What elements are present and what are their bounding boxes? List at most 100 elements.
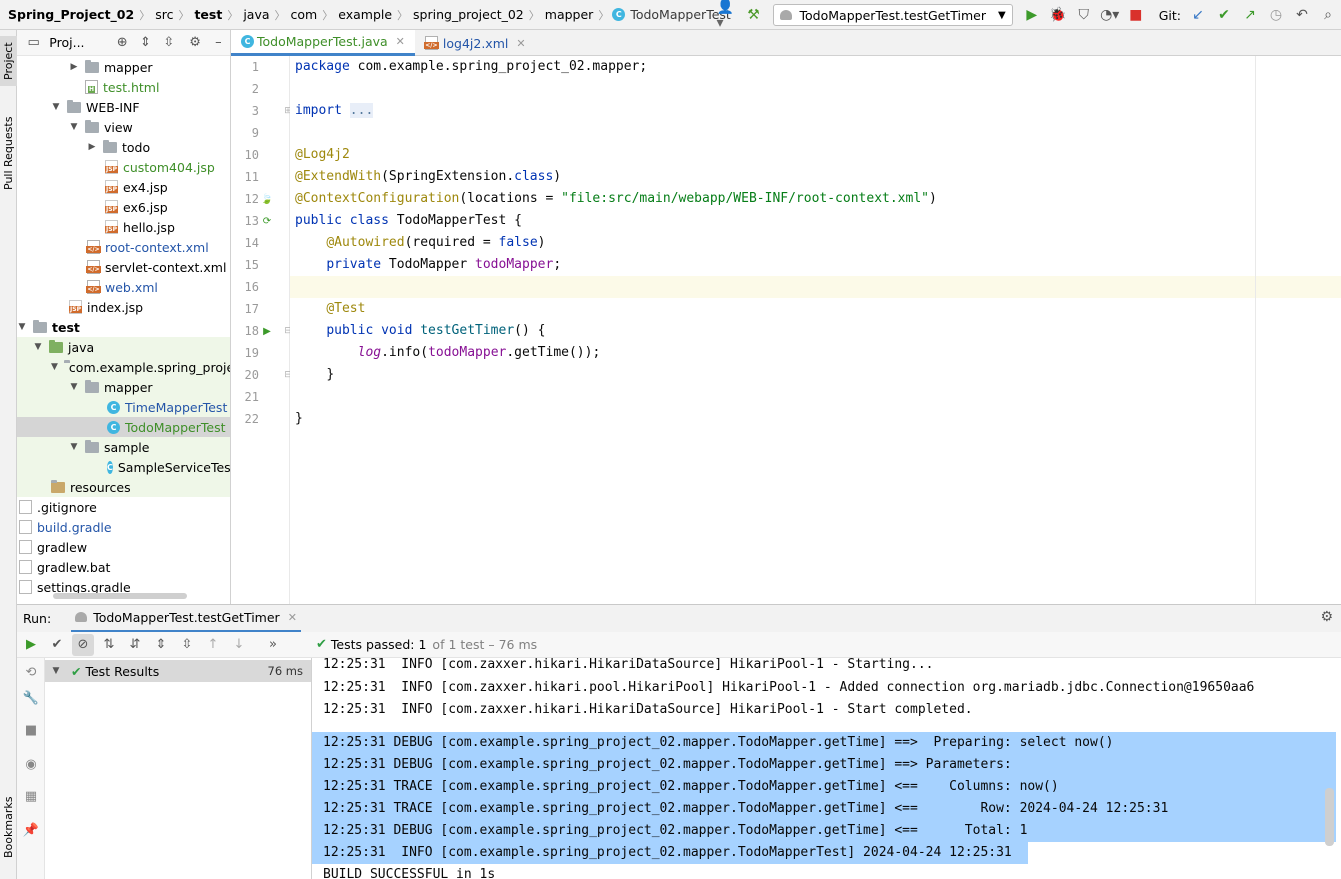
git-commit-icon[interactable]: ✔ <box>1213 4 1235 26</box>
project-panel-title[interactable]: Proj... <box>49 35 84 50</box>
console-scrollbar[interactable] <box>1325 788 1334 846</box>
sort-alpha-icon[interactable]: ⇅ <box>98 634 120 656</box>
tree-item-servlet-context[interactable]: </> servlet-context.xml <box>17 257 230 277</box>
tree-item-ex6[interactable]: JSP ex6.jsp <box>17 197 230 217</box>
previous-failed-icon[interactable]: ↑ <box>202 634 224 656</box>
rerun-icon[interactable]: ▶ <box>20 634 42 656</box>
line-number: 1 <box>251 60 259 74</box>
tree-item-gradlew-bat[interactable]: gradlew.bat <box>17 557 230 577</box>
console-line: 12:25:31 DEBUG [com.example.spring_proje… <box>312 732 1336 754</box>
tree-item-gitignore[interactable]: .gitignore <box>17 497 230 517</box>
tree-item-label: servlet-context.xml <box>105 259 227 275</box>
tree-item-resources[interactable]: resources <box>17 477 230 497</box>
stop-icon[interactable]: ■ <box>1125 4 1147 26</box>
test-results-root[interactable]: ▼ ✔ Test Results 76 ms <box>45 660 311 682</box>
layout-icon[interactable]: ▦ <box>21 786 41 806</box>
debug-bug-icon[interactable]: 🐞 <box>1047 4 1069 26</box>
next-failed-icon[interactable]: ↓ <box>228 634 250 656</box>
breadcrumb-package[interactable]: spring_project_02 <box>411 7 526 22</box>
run-test-class-icon[interactable]: ⟳ <box>260 210 274 232</box>
stop-icon[interactable]: ■ <box>21 720 41 740</box>
close-icon[interactable]: ✕ <box>516 37 525 50</box>
tree-item-mapper[interactable]: ▶ mapper <box>17 57 230 77</box>
tree-item-index-jsp[interactable]: JSP index.jsp <box>17 297 230 317</box>
line-number: 19 <box>244 346 259 360</box>
rollback-icon[interactable]: ↶ <box>1291 4 1313 26</box>
project-panel: ▭ Proj... ⊕ ⇕ ⇳ ⚙ – ▶ mapper Htest.html ▼… <box>17 30 231 604</box>
pin-icon[interactable]: 📌 <box>21 820 41 840</box>
pull-requests-tool-tab[interactable]: Pull Requests <box>0 108 17 198</box>
hide-panel-icon[interactable]: – <box>210 33 227 53</box>
collapse-all-icon[interactable]: ⇳ <box>176 634 198 656</box>
sort-duration-icon[interactable]: ⇵ <box>124 634 146 656</box>
search-icon[interactable]: ⌕ <box>1317 4 1339 26</box>
breadcrumb-project[interactable]: Spring_Project_02 <box>6 7 136 22</box>
build-hammer-icon[interactable]: ⚒ <box>743 4 765 26</box>
tree-item-label: gradlew <box>37 539 88 555</box>
user-icon[interactable]: 👤▾ <box>717 0 739 31</box>
tree-item-todo-mapper-test[interactable]: C TodoMapperTest <box>17 417 230 437</box>
code-line: } <box>290 408 1341 430</box>
tree-item-sample[interactable]: ▼ sample <box>17 437 230 457</box>
run-tab[interactable]: TodoMapperTest.testGetTimer ✕ <box>71 605 301 633</box>
check-icon: ✔ <box>316 637 327 652</box>
tree-item-custom404[interactable]: JSP custom404.jsp <box>17 157 230 177</box>
tree-item-web-xml[interactable]: </> web.xml <box>17 277 230 297</box>
project-horizontal-scrollbar[interactable] <box>53 593 187 599</box>
breadcrumb-java[interactable]: java <box>241 7 271 22</box>
show-passed-icon[interactable]: ✔ <box>46 634 68 656</box>
tree-item-mapper-package[interactable]: ▼ mapper <box>17 377 230 397</box>
tree-item-gradlew[interactable]: gradlew <box>17 537 230 557</box>
breadcrumb-com[interactable]: com <box>289 7 320 22</box>
tree-item-sample-service-test[interactable]: C SampleServiceTest <box>17 457 230 477</box>
breadcrumb-test[interactable]: test <box>192 7 224 22</box>
rerun-failed-icon[interactable]: ⟲ <box>21 662 41 682</box>
tree-item-hello[interactable]: JSP hello.jsp <box>17 217 230 237</box>
spring-bean-icon[interactable]: 🍃 <box>260 188 274 210</box>
settings-gear-icon[interactable]: ⚙ <box>186 33 203 53</box>
run-icon[interactable]: ▶ <box>1021 4 1043 26</box>
breadcrumb-src[interactable]: src <box>153 7 175 22</box>
wrench-icon[interactable]: 🔧 <box>21 688 41 708</box>
tree-item-label: custom404.jsp <box>123 159 215 175</box>
code-editor[interactable]: package com.example.spring_project_02.ma… <box>290 56 1341 604</box>
history-icon[interactable]: ◷ <box>1265 4 1287 26</box>
expand-all-icon[interactable]: ⇕ <box>137 33 154 53</box>
run-configuration-select[interactable]: TodoMapperTest.testGetTimer ▼ <box>772 4 1013 26</box>
show-ignored-icon[interactable]: ⊘ <box>72 633 94 656</box>
close-icon[interactable]: ✕ <box>288 611 297 624</box>
tab-todo-mapper-test[interactable]: C TodoMapperTest.java ✕ <box>231 30 415 56</box>
run-test-method-icon[interactable]: ▶ <box>260 320 274 342</box>
collapse-all-icon[interactable]: ⇳ <box>160 33 177 53</box>
tree-item-time-mapper-test[interactable]: C TimeMapperTest <box>17 397 230 417</box>
more-icon[interactable]: » <box>262 634 284 656</box>
expand-all-icon[interactable]: ⇕ <box>150 634 172 656</box>
tree-item-todo[interactable]: ▶ todo <box>17 137 230 157</box>
tree-item-view[interactable]: ▼ view <box>17 117 230 137</box>
close-icon[interactable]: ✕ <box>396 35 405 48</box>
tree-item-package[interactable]: ▼ com.example.spring_projec <box>17 357 230 377</box>
tree-item-root-context[interactable]: </> root-context.xml <box>17 237 230 257</box>
coverage-icon[interactable]: ⛉ <box>1073 4 1095 26</box>
breadcrumb-example[interactable]: example <box>336 7 394 22</box>
tree-item-test[interactable]: ▼ test <box>17 317 230 337</box>
tree-item-build-gradle[interactable]: build.gradle <box>17 517 230 537</box>
tab-log4j2-xml[interactable]: </> log4j2.xml ✕ <box>415 30 536 56</box>
tree-item-web-inf[interactable]: ▼ WEB-INF <box>17 97 230 117</box>
locate-target-icon[interactable]: ⊕ <box>114 33 131 53</box>
tree-item-ex4[interactable]: JSP ex4.jsp <box>17 177 230 197</box>
breadcrumb-mapper[interactable]: mapper <box>543 7 596 22</box>
tree-item-label: build.gradle <box>37 519 112 535</box>
settings-gear-icon[interactable]: ⚙ <box>1320 609 1333 625</box>
tree-item-test-html[interactable]: Htest.html <box>17 77 230 97</box>
git-push-icon[interactable]: ↗ <box>1239 4 1261 26</box>
view-icon[interactable]: ◉ <box>21 754 41 774</box>
git-label: Git: <box>1158 7 1181 23</box>
git-update-icon[interactable]: ↙ <box>1187 4 1209 26</box>
tree-item-java[interactable]: ▼ java <box>17 337 230 357</box>
folded-imports[interactable]: ... <box>349 103 374 118</box>
console-output[interactable]: 12:25:31 INFO [com.zaxxer.hikari.HikariD… <box>312 658 1341 879</box>
bookmarks-tool-tab[interactable]: Bookmarks <box>0 792 17 862</box>
profile-icon[interactable]: ◔▾ <box>1099 4 1121 26</box>
project-tool-tab[interactable]: Project <box>0 36 17 86</box>
